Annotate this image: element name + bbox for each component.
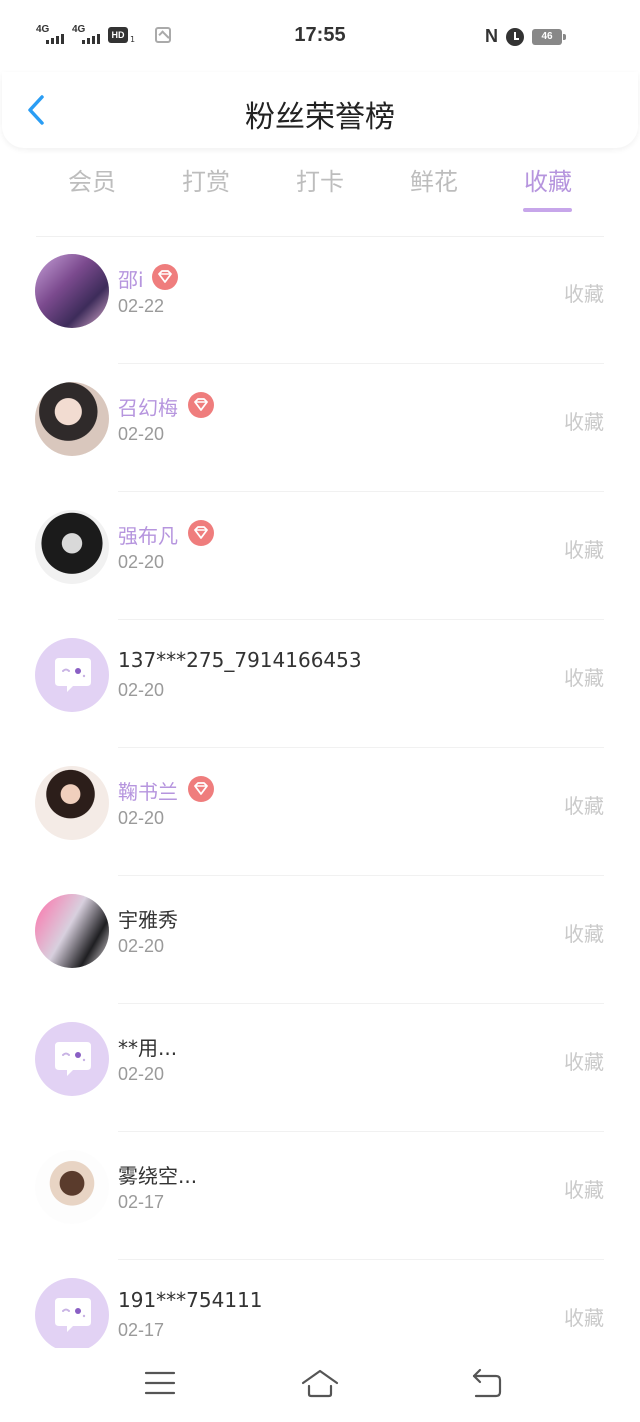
tab-flowers[interactable]: 鲜花 <box>377 162 491 197</box>
list-item[interactable]: 鞠书兰 02-20 收藏 <box>0 748 640 876</box>
avatar[interactable] <box>35 1150 109 1224</box>
back-nav-button[interactable] <box>466 1366 506 1400</box>
list-item[interactable]: 宇雅秀 02-20 收藏 <box>0 876 640 1004</box>
favorite-date: 02-22 <box>118 296 165 316</box>
favorite-date: 02-20 <box>118 552 165 572</box>
diamond-vip-icon <box>152 264 178 290</box>
favorite-date: 02-20 <box>118 1064 165 1084</box>
favorite-label: 收藏 <box>564 922 604 946</box>
nfc-icon: N <box>485 26 498 46</box>
user-name: 邵i <box>118 268 144 292</box>
avatar[interactable] <box>35 254 109 328</box>
chat-bubble-icon <box>55 1298 91 1332</box>
user-name: 鞠书兰 <box>118 780 178 804</box>
back-arrow-icon <box>472 1368 502 1398</box>
list-item[interactable]: 强布凡 02-20 收藏 <box>0 492 640 620</box>
diamond-vip-icon <box>188 520 214 546</box>
favorite-date: 02-17 <box>118 1320 165 1340</box>
favorite-label: 收藏 <box>564 538 604 562</box>
avatar[interactable] <box>35 766 109 840</box>
favorite-date: 02-20 <box>118 808 165 828</box>
active-tab-indicator <box>523 208 572 212</box>
favorite-date: 02-20 <box>118 424 165 444</box>
alarm-icon <box>506 27 524 46</box>
user-name: 137***275_7914166453 <box>118 648 362 672</box>
tab-reward[interactable]: 打赏 <box>149 162 263 197</box>
battery-icon: 46 <box>532 28 566 45</box>
favorite-label: 收藏 <box>564 794 604 818</box>
user-name: 召幻梅 <box>118 396 178 420</box>
system-nav-bar <box>0 1348 640 1422</box>
menu-icon <box>144 1371 176 1395</box>
list-item[interactable]: 137***275_7914166453 02-20 收藏 <box>0 620 640 748</box>
status-bar: 4G 4G HD 1 17:55 N 46 <box>0 0 640 72</box>
app-header: 粉丝荣誉榜 <box>2 72 638 148</box>
avatar[interactable] <box>35 894 109 968</box>
list-item[interactable]: **用... 02-20 收藏 <box>0 1004 640 1132</box>
tab-membership[interactable]: 会员 <box>35 162 149 197</box>
user-name: 强布凡 <box>118 524 178 548</box>
favorite-label: 收藏 <box>564 666 604 690</box>
favorite-label: 收藏 <box>564 1050 604 1074</box>
favorite-date: 02-20 <box>118 680 165 700</box>
favorite-date: 02-20 <box>118 936 165 956</box>
menu-button[interactable] <box>140 1366 180 1400</box>
favorite-label: 收藏 <box>564 1178 604 1202</box>
default-avatar[interactable] <box>35 1022 109 1096</box>
diamond-vip-icon <box>188 776 214 802</box>
home-icon <box>301 1369 339 1398</box>
default-avatar[interactable] <box>35 1278 109 1352</box>
user-name: **用... <box>118 1036 178 1060</box>
avatar[interactable] <box>35 382 109 456</box>
default-avatar[interactable] <box>35 638 109 712</box>
user-name: 191***754111 <box>118 1288 263 1312</box>
list-item[interactable]: 雾绕空... 02-17 收藏 <box>0 1132 640 1260</box>
tab-checkin[interactable]: 打卡 <box>263 162 377 197</box>
tab-bar: 会员 打赏 打卡 鲜花 收藏 <box>0 162 640 218</box>
chat-bubble-icon <box>55 1042 91 1076</box>
avatar[interactable] <box>35 510 109 584</box>
list-item[interactable]: 召幻梅 02-20 收藏 <box>0 364 640 492</box>
tab-favorites[interactable]: 收藏 <box>491 162 605 197</box>
favorite-date: 02-17 <box>118 1192 165 1212</box>
status-bar-right: N 46 <box>485 26 566 47</box>
user-name: 雾绕空... <box>118 1164 198 1188</box>
list-item[interactable]: 邵i 02-22 收藏 <box>0 236 640 364</box>
favorite-label: 收藏 <box>564 282 604 306</box>
page-title: 粉丝荣誉榜 <box>245 100 395 135</box>
chat-bubble-icon <box>55 658 91 692</box>
favorite-label: 收藏 <box>564 410 604 434</box>
user-name: 宇雅秀 <box>118 908 178 932</box>
diamond-vip-icon <box>188 392 214 418</box>
home-button[interactable] <box>300 1366 340 1400</box>
favorite-label: 收藏 <box>564 1306 604 1330</box>
